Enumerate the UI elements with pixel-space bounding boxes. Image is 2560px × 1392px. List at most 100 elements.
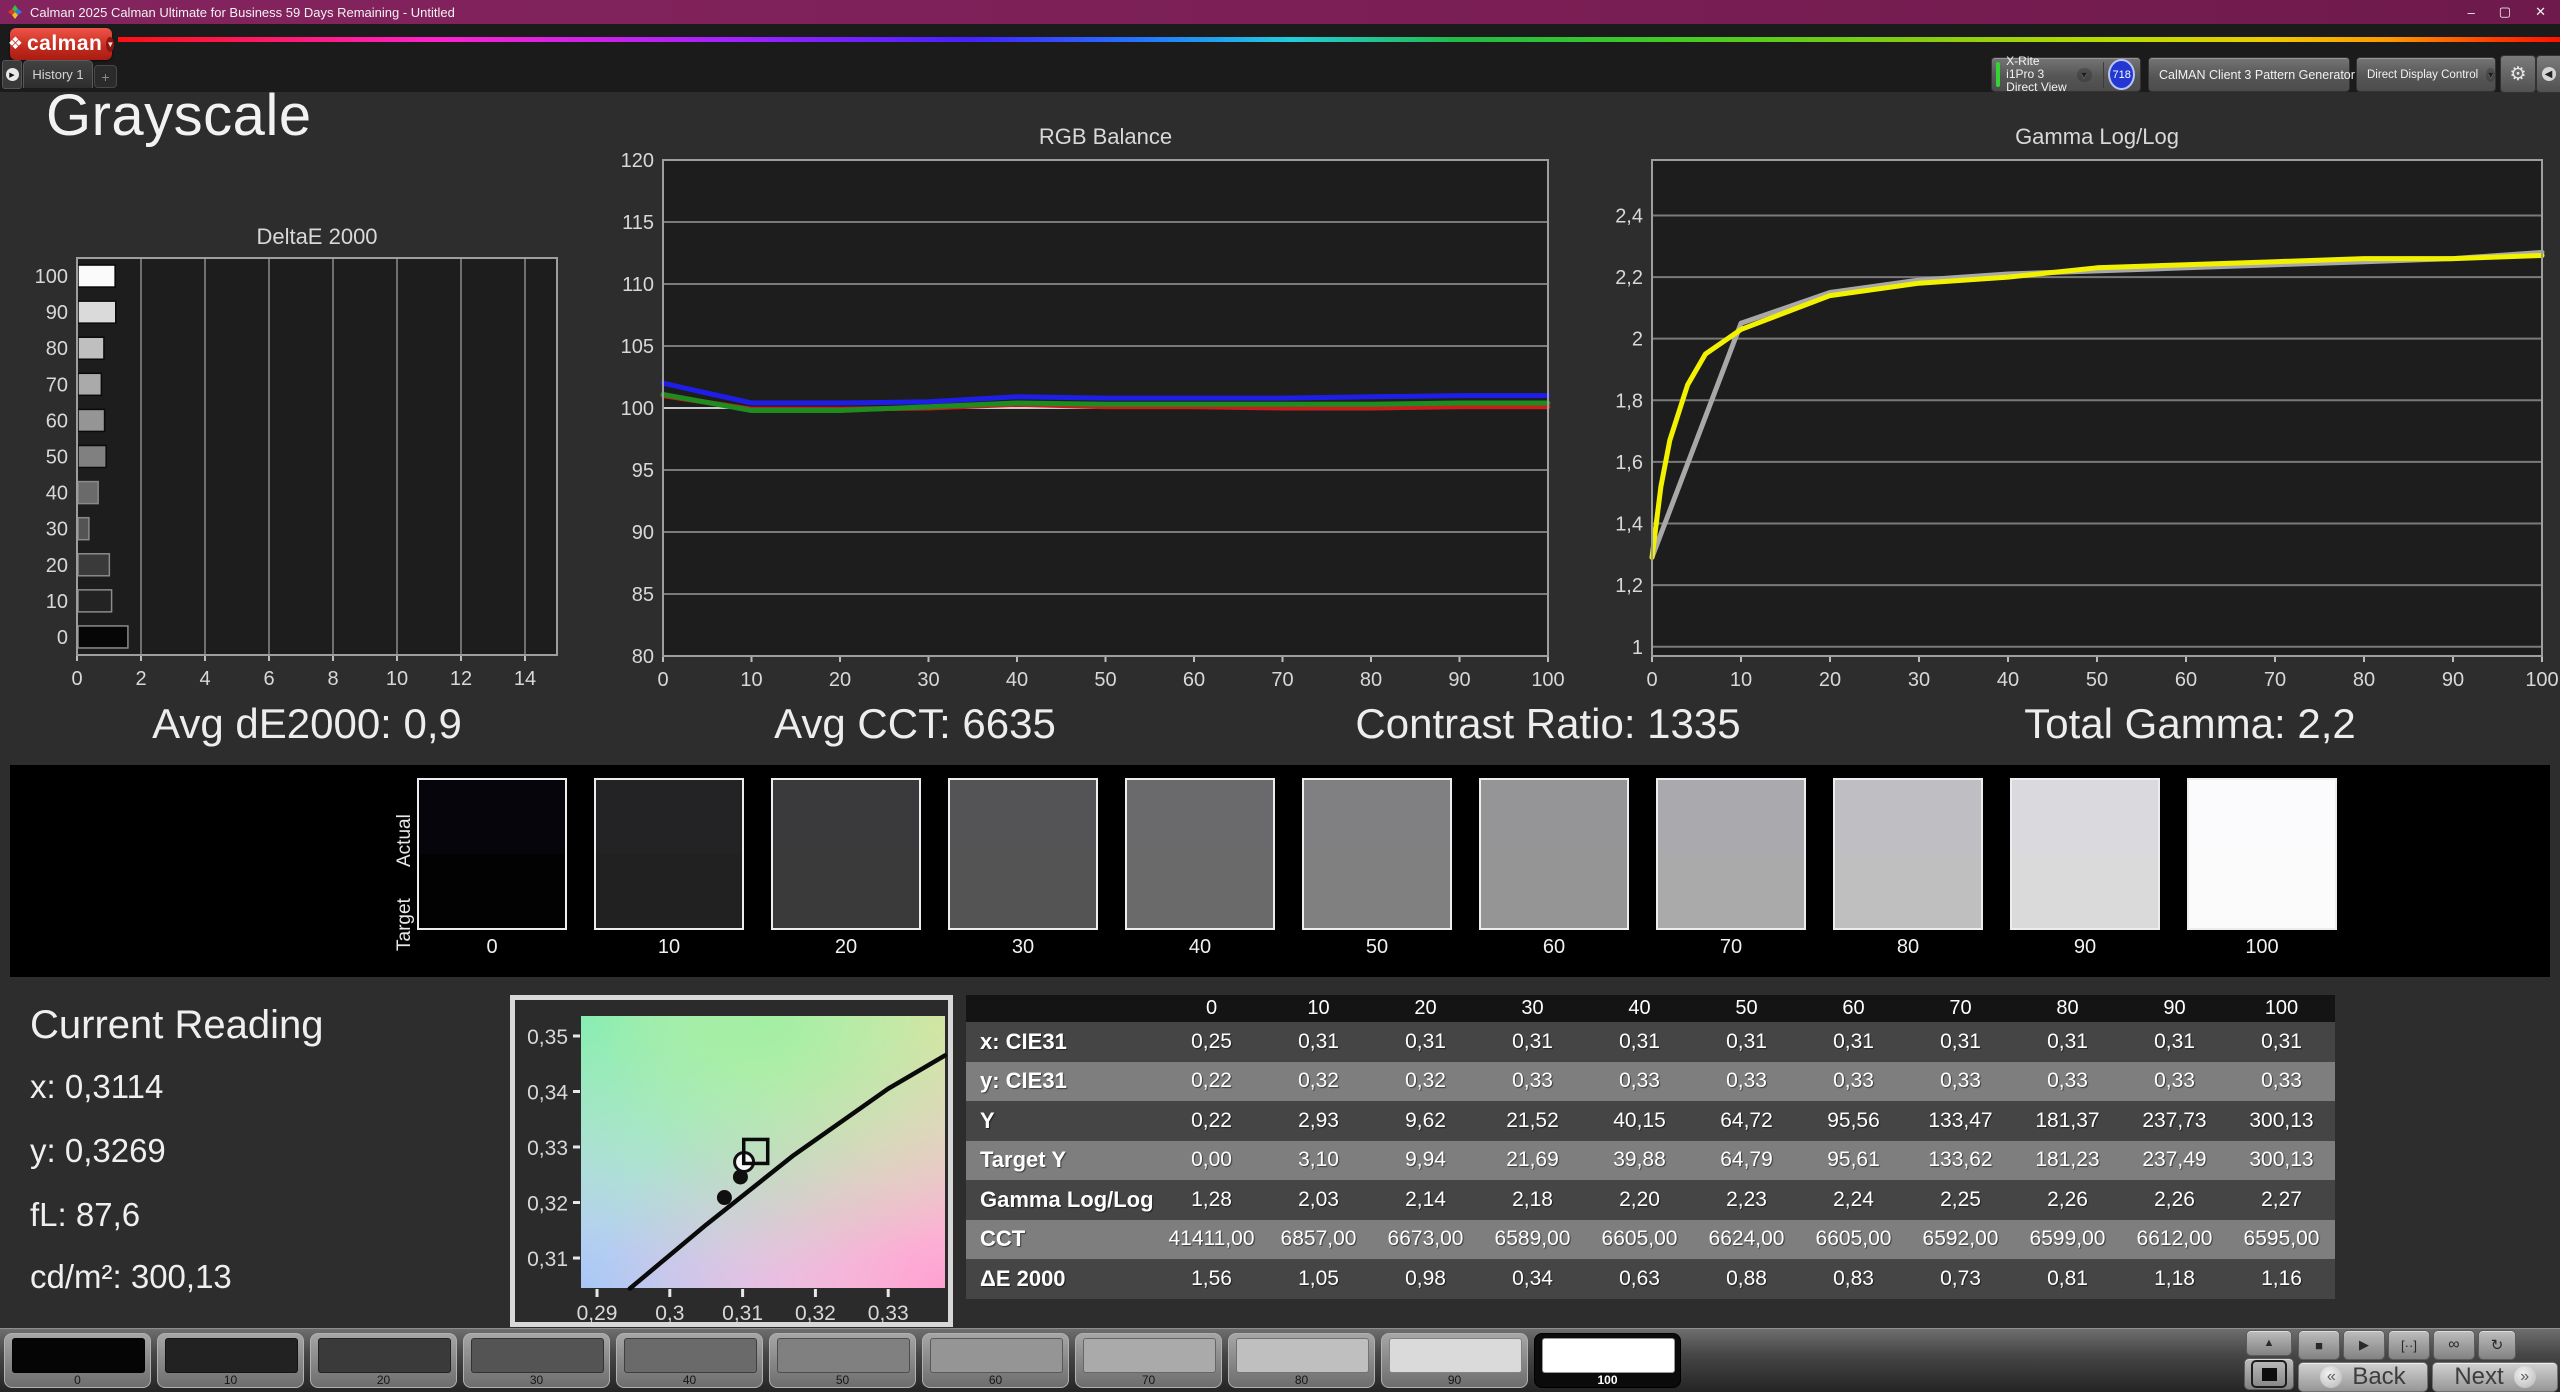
window-titlebar: Calman 2025 Calman Ultimate for Business…: [0, 0, 2560, 24]
stop-measure-button[interactable]: ■: [2298, 1330, 2340, 1360]
svg-text:10: 10: [46, 591, 68, 613]
svg-text:20: 20: [1819, 669, 1841, 690]
pattern-level-button-90[interactable]: 90: [1381, 1333, 1528, 1388]
table-cell: 0,31: [2014, 1022, 2121, 1062]
up-arrow-icon: ▲: [2263, 1337, 2275, 1349]
table-column-header: 80: [2014, 995, 2121, 1022]
table-cell: 2,26: [2121, 1180, 2228, 1220]
table-cell: 64,72: [1693, 1101, 1800, 1141]
svg-text:8: 8: [327, 668, 338, 688]
back-button[interactable]: « Back: [2298, 1362, 2428, 1392]
svg-text:80: 80: [632, 646, 654, 668]
svg-text:2,4: 2,4: [1615, 205, 1643, 227]
close-icon[interactable]: ✕: [2535, 4, 2546, 20]
display-control-button[interactable]: Direct Display Control ▼: [2356, 57, 2496, 92]
svg-text:20: 20: [46, 555, 68, 577]
maximize-icon[interactable]: ▢: [2499, 4, 2511, 20]
table-cell: 2,20: [1586, 1180, 1693, 1220]
table-cell: 0,33: [2228, 1061, 2335, 1101]
pattern-level-button-100[interactable]: 100: [1534, 1333, 1681, 1388]
stat-total-gamma: Total Gamma: 2,2: [2024, 700, 2356, 747]
pattern-level-button-30[interactable]: 30: [463, 1333, 610, 1388]
table-cell: 0,33: [1800, 1061, 1907, 1101]
tab-scroll-button[interactable]: ▶: [2, 60, 22, 89]
collapse-panel-button[interactable]: ◀: [2536, 55, 2560, 93]
svg-text:0,32: 0,32: [795, 1302, 836, 1322]
table-cell: 300,13: [2228, 1101, 2335, 1141]
pattern-level-button-40[interactable]: 40: [616, 1333, 763, 1388]
pattern-level-button-10[interactable]: 10: [157, 1333, 304, 1388]
table-row: Y 0,22 2,93 9,62 21,52 40,15 64,72 95,56 133,47 1…: [966, 1101, 2335, 1141]
grayscale-swatch-30: 30: [948, 778, 1098, 959]
table-cell: 95,61: [1800, 1140, 1907, 1180]
display-label: Direct Display Control: [2367, 68, 2479, 81]
table-cell: 0,34: [1479, 1259, 1586, 1299]
table-cell: 0,81: [2014, 1259, 2121, 1299]
minimize-icon[interactable]: –: [2468, 5, 2475, 20]
pattern-level-button-20[interactable]: 20: [310, 1333, 457, 1388]
svg-text:120: 120: [621, 150, 654, 172]
svg-text:0,33: 0,33: [868, 1302, 909, 1322]
refresh-button[interactable]: ↻: [2478, 1330, 2516, 1360]
table-cell: 6673,00: [1372, 1219, 1479, 1259]
svg-text:0,32: 0,32: [527, 1193, 568, 1216]
table-cell: 0,31: [1800, 1022, 1907, 1062]
expand-up-button[interactable]: ▲: [2246, 1330, 2292, 1356]
table-cell: 6595,00: [2228, 1219, 2335, 1259]
svg-text:70: 70: [1271, 669, 1293, 690]
continuous-measure-button[interactable]: ∞: [2433, 1330, 2475, 1360]
table-cell: 0,33: [1479, 1061, 1586, 1101]
page-title: Grayscale: [46, 83, 312, 148]
table-cell: 64,79: [1693, 1140, 1800, 1180]
table-cell: 6599,00: [2014, 1219, 2121, 1259]
table-cell: 95,56: [1800, 1101, 1907, 1141]
single-measure-button[interactable]: [··]: [2388, 1330, 2430, 1360]
svg-text:100: 100: [1531, 669, 1564, 690]
source-select-button[interactable]: CalMAN Client 3 Pattern Generator ▼: [2148, 57, 2372, 92]
grayscale-swatch-70: 70: [1656, 778, 1806, 959]
meter-select-button[interactable]: X-Rite i1Pro 3 Direct View ▼ 718: [1991, 54, 2141, 94]
tab-scroll-icon: ▶: [5, 68, 19, 81]
pattern-window-toggle-button[interactable]: [2244, 1358, 2294, 1390]
svg-text:70: 70: [46, 374, 68, 396]
play-measure-button[interactable]: ▶: [2343, 1330, 2385, 1360]
stat-avg-cct: Avg CCT: 6635: [774, 700, 1056, 747]
table-cell: 0,88: [1693, 1259, 1800, 1299]
table-cell: 0,00: [1158, 1140, 1265, 1180]
table-cell: 1,05: [1265, 1259, 1372, 1299]
table-cell: 133,47: [1907, 1101, 2014, 1141]
chevron-down-icon: ▼: [106, 36, 115, 52]
svg-text:10: 10: [740, 669, 762, 690]
table-cell: 0,63: [1586, 1259, 1693, 1299]
meter-status-accent: [1996, 62, 2001, 87]
table-row: ΔE 2000 1,56 1,05 0,98 0,34 0,63 0,88 0,83 0,73 0…: [966, 1259, 2335, 1299]
calman-menu-button[interactable]: ❖ calman ▼: [8, 28, 115, 60]
svg-text:14: 14: [514, 668, 536, 688]
svg-text:100: 100: [35, 266, 68, 288]
svg-text:0,31: 0,31: [527, 1248, 568, 1271]
table-cell: 0,31: [1586, 1022, 1693, 1062]
table-cell: 2,14: [1372, 1180, 1479, 1220]
pattern-level-button-80[interactable]: 80: [1228, 1333, 1375, 1388]
pattern-level-button-50[interactable]: 50: [769, 1333, 916, 1388]
svg-text:2,2: 2,2: [1615, 267, 1643, 289]
svg-text:100: 100: [2525, 669, 2558, 690]
meter-label-line1: X-Rite i1Pro 3: [2006, 54, 2045, 81]
pattern-level-button-60[interactable]: 60: [922, 1333, 1069, 1388]
stat-contrast-ratio: Contrast Ratio: 1335: [1355, 700, 1741, 747]
table-row: x: CIE31 0,25 0,31 0,31 0,31 0,31 0,31 0,31 0,31…: [966, 1022, 2335, 1062]
play-icon: ▶: [2359, 1337, 2369, 1352]
grayscale-data-table: 0 10 20 30 40 50 60 70 80 90 100 x: CIE31 0,25 0,31 0,…: [966, 995, 2335, 1299]
pattern-level-button-0[interactable]: 0: [4, 1333, 151, 1388]
app-toolbar-band: ❖ calman ▼ ▶ History 1 + X-Rite i1Pro 3 …: [0, 24, 2560, 94]
settings-button[interactable]: ⚙: [2500, 55, 2536, 93]
stat-avg-de2000: Avg dE2000: 0,9: [152, 700, 462, 747]
table-cell: 9,94: [1372, 1140, 1479, 1180]
svg-text:60: 60: [2175, 669, 2197, 690]
svg-text:0,34: 0,34: [527, 1081, 568, 1104]
pattern-level-button-70[interactable]: 70: [1075, 1333, 1222, 1388]
svg-text:40: 40: [1006, 669, 1028, 690]
table-cell: 0,25: [1158, 1022, 1265, 1062]
meter-id-badge[interactable]: 718: [2108, 59, 2135, 90]
next-button[interactable]: Next »: [2432, 1362, 2558, 1392]
